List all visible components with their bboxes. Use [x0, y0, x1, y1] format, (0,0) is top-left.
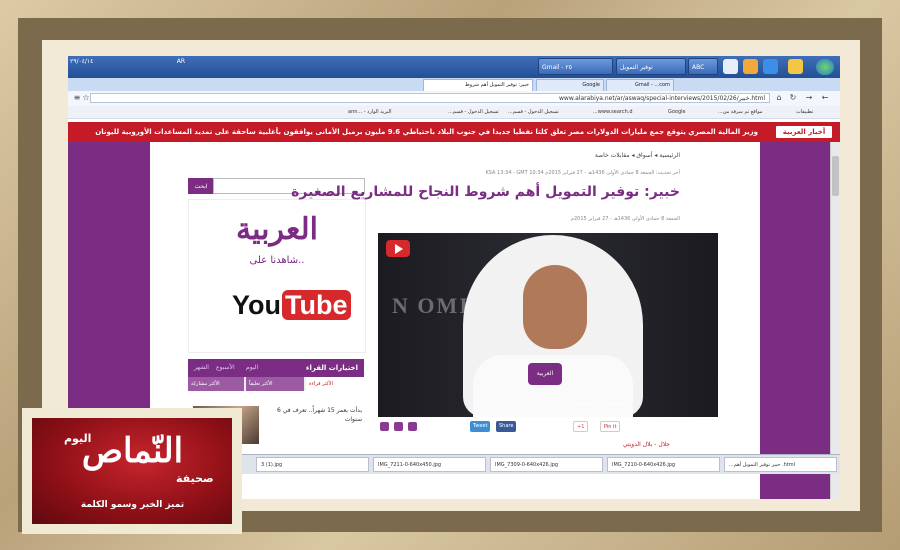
url-input[interactable]: www.alarabiya.net/ar/aswaq/special-inter… — [90, 93, 770, 103]
bookmark-item[interactable]: مواقع تم سرقة من... — [718, 106, 762, 118]
tab-most-commented[interactable]: الأكثر تعليقاً — [246, 377, 304, 391]
alarabiya-logo: العربية — [236, 212, 318, 247]
tab-most-shared[interactable]: الأكثر مشاركة — [188, 377, 244, 391]
chrome-icon[interactable] — [723, 59, 738, 74]
language-indicator: AR — [176, 58, 185, 65]
taskbar-window-gmail[interactable]: Gmail - ٢٥ — [538, 58, 613, 75]
bookmark-item[interactable]: تسجيل الدخول - قسم... — [508, 106, 559, 118]
browser-tab-strip: Google Gmail - ...com خبير: توفير التموي… — [68, 78, 840, 91]
forward-icon[interactable]: → — [804, 93, 814, 103]
back-icon[interactable]: ← — [820, 93, 830, 103]
media-player-icon[interactable] — [743, 59, 758, 74]
ticker-label: أخبار العربية — [776, 126, 832, 138]
bookmark-item[interactable]: www.search.d... — [593, 106, 633, 118]
ticker-headlines[interactable]: وزير المالية المصري يتوقع جمع مليارات ال… — [68, 122, 758, 142]
download-item[interactable]: IMG_7211-0-640x450.jpg — [373, 457, 486, 472]
download-item[interactable]: ...خبير توفير التمويل أهم .html — [724, 457, 837, 472]
video-player[interactable]: N OMIC العربية المهندس خالد السبيعي — [378, 233, 718, 417]
toggle-today[interactable]: اليوم — [246, 359, 258, 377]
taskbar-window-doc[interactable]: ABC — [688, 58, 718, 75]
toggle-month[interactable]: الشهر — [194, 359, 209, 377]
breadcrumb[interactable]: الرئيسية ◂ أسواق ◂ مقابلات خاصة — [595, 152, 680, 159]
youtube-you: You — [232, 290, 281, 320]
newspaper-logo-today: اليوم — [64, 432, 92, 445]
scrollbar-thumb[interactable] — [832, 156, 839, 196]
interviewee-image — [463, 235, 643, 417]
folder-icon[interactable] — [788, 59, 803, 74]
last-updated: آخر تحديث: الجمعة 8 جمادى الأولى 1436هـ … — [485, 170, 680, 176]
bookmark-apps[interactable]: تطبيقات — [796, 106, 813, 118]
start-button-icon[interactable] — [816, 59, 834, 75]
readers-picks-tabs: الأكثر مشاركة الأكثر تعليقاً الأكثر قراء… — [188, 377, 364, 391]
microphone-logo: العربية — [528, 363, 562, 385]
bookmarks-bar: البريد الوارد - ...ann www.search.d... G… — [68, 106, 840, 119]
download-item[interactable]: 3 (1).jpg — [256, 457, 369, 472]
search-button[interactable]: ابحث — [188, 178, 214, 194]
newspaper-logo-paper: صحيفة — [176, 472, 214, 485]
tab-gmail[interactable]: Gmail - ...com — [606, 79, 674, 91]
taskbar-window-article[interactable]: توفير التمويل — [616, 58, 686, 75]
address-bar-row: ≡ ☆ www.alarabiya.net/ar/aswaq/special-i… — [68, 91, 840, 107]
breaking-news-ticker: وزير المالية المصري يتوقع جمع مليارات ال… — [68, 122, 840, 142]
bookmark-item[interactable]: تسجيل الدخول - قسم... — [448, 106, 499, 118]
newspaper-logo-slogan: تميز الخبر وسمو الكلمة — [80, 500, 185, 510]
youtube-logo: You Tube — [232, 288, 351, 322]
download-item[interactable]: IMG_7210-0-640x426.jpg — [607, 457, 720, 472]
reload-icon[interactable]: ↻ — [788, 93, 798, 103]
email-icon[interactable] — [380, 422, 389, 431]
print-icon[interactable] — [394, 422, 403, 431]
play-triangle-icon — [395, 244, 403, 254]
ad-tagline: شاهدنا على.. — [249, 255, 305, 266]
face-shape — [523, 265, 587, 349]
story-title[interactable]: بدأت بعمر 15 شهراً.. تعرف في 6 سنوات — [262, 406, 362, 424]
tray-date: ٢٩/٠٤/١٤ — [70, 58, 94, 65]
tab-article[interactable]: خبير: توفير التمويل أهم شروط — [423, 79, 533, 91]
home-icon[interactable]: ⌂ — [774, 93, 784, 103]
share-toolbar: Tweet Share +1 Pin it — [378, 421, 718, 433]
page-scrollbar[interactable] — [830, 142, 840, 499]
toggle-week[interactable]: الأسبوع — [216, 359, 235, 377]
readers-picks-header: الشهر الأسبوع اليوم اختيارات القراء — [188, 359, 364, 377]
play-icon[interactable] — [386, 240, 410, 257]
twitter-button[interactable]: Tweet — [470, 421, 491, 432]
readers-picks-title: اختيارات القراء — [305, 364, 358, 372]
facebook-share-button[interactable]: Share — [496, 421, 517, 432]
pinterest-button[interactable]: Pin it — [600, 421, 621, 432]
publish-date: الجمعة 8 جمادى الأولى 1436هـ - 27 فبراير… — [570, 216, 680, 222]
system-tray: ٢٩/٠٤/١٤ AR — [70, 58, 185, 75]
windows-taskbar: ٢٩/٠٤/١٤ AR Gmail - ٢٥ توفير التمويل ABC — [68, 56, 840, 78]
font-size-icon[interactable] — [408, 422, 417, 431]
download-item[interactable]: IMG_7309-0-640x426.jpg — [490, 457, 603, 472]
article-author: جلال - بلال الدويتي — [622, 441, 670, 448]
tab-google[interactable]: Google — [536, 79, 604, 91]
bookmark-item[interactable]: البريد الوارد - ...ann — [348, 106, 391, 118]
alarabiya-youtube-ad[interactable]: العربية شاهدنا على.. You Tube — [188, 199, 366, 353]
speaker-caption: المهندس خالد السبيعي — [578, 401, 626, 407]
google-plus-button[interactable]: +1 — [573, 421, 589, 432]
tab-most-read[interactable]: الأكثر قراءة — [306, 377, 364, 391]
youtube-tube: Tube — [282, 290, 351, 320]
article-headline: خبير: توفير التمويل أهم شروط النجاح للمش… — [291, 184, 680, 200]
bookmark-item[interactable]: Google — [668, 106, 686, 118]
internet-explorer-icon[interactable] — [763, 59, 778, 74]
